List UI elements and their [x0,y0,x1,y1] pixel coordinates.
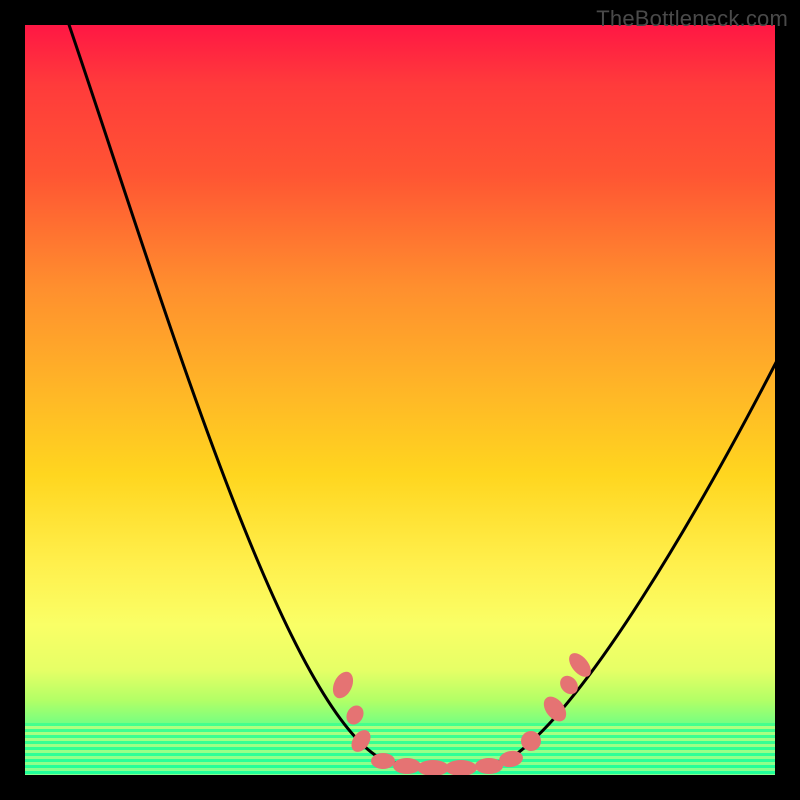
data-marker [556,672,581,698]
data-marker [475,758,503,774]
chart-plot-area [25,25,775,775]
data-marker [343,702,367,727]
data-marker [539,692,570,725]
marker-layer [25,25,775,775]
data-marker [371,753,395,769]
data-marker [517,727,545,755]
data-marker [417,760,449,775]
data-marker [393,758,421,774]
data-marker [348,727,375,756]
data-marker [445,760,477,775]
data-marker [329,669,357,702]
